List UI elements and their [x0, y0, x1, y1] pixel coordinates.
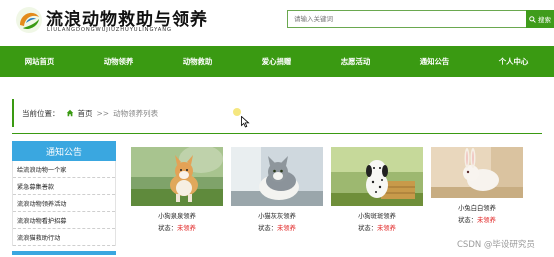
nav-item-notices[interactable]: 通知公告: [395, 56, 474, 67]
pet-card-status-value: 未领养: [377, 225, 396, 232]
notice-item[interactable]: 流浪动物看护招募: [13, 212, 115, 229]
cursor-highlight: [233, 108, 241, 116]
breadcrumb-home-link[interactable]: 首页: [78, 108, 93, 119]
notice-item[interactable]: 给流浪动物一个家: [13, 161, 115, 178]
notice-panel-title: 通知公告: [12, 141, 116, 161]
nav-item-volunteer[interactable]: 志愿活动: [316, 56, 395, 67]
breadcrumb: 当前位置： 首页 >> 动物领养列表: [12, 99, 542, 127]
pet-photo-rabbit[interactable]: [431, 147, 523, 198]
nav-item-rescue[interactable]: 动物救助: [158, 56, 237, 67]
divider: [12, 133, 542, 134]
notice-panel: 通知公告 给流浪动物一个家 紧急募集善款 流浪动物领养活动 流浪动物看护招募 流…: [12, 141, 116, 257]
notice-panel-footer: [12, 251, 116, 255]
pet-card-name[interactable]: 小兔白白领养: [431, 203, 523, 212]
pet-card-status-label: 状态：: [358, 225, 377, 232]
home-icon: [66, 109, 73, 117]
notice-item[interactable]: 紧急募集善款: [13, 178, 115, 195]
nav-item-adoption[interactable]: 动物领养: [79, 56, 158, 67]
pet-card-status-label: 状态：: [258, 225, 277, 232]
site-subtitle: LIULANGDONGWUJIUZHUYULINGYANG: [47, 27, 172, 33]
page: 流浪动物救助与领养 LIULANGDONGWUJIUZHUYULINGYANG …: [0, 0, 554, 257]
nav-item-profile[interactable]: 个人中心: [474, 56, 553, 67]
pet-card-status-value: 未领养: [177, 225, 196, 232]
pet-card-status: 状态：未领养: [431, 215, 523, 224]
pet-card-name[interactable]: 小狗斑斑领养: [331, 211, 423, 220]
main-nav: 网站首页 动物领养 动物救助 爱心捐赠 志愿活动 通知公告 个人中心: [0, 46, 554, 77]
pet-photo-cat-grey[interactable]: [231, 147, 323, 206]
pet-card-status-label: 状态：: [458, 217, 477, 224]
search-button-label: 搜索: [538, 16, 551, 24]
breadcrumb-label: 当前位置：: [22, 108, 60, 118]
pet-card[interactable]: 小兔白白领养 状态：未领养: [431, 147, 523, 224]
nav-item-donation[interactable]: 爱心捐赠: [237, 56, 316, 67]
notice-item[interactable]: 流浪猫救助行动: [13, 229, 115, 246]
mouse-cursor-icon: [241, 116, 250, 128]
pet-card-status-value: 未领养: [477, 217, 496, 224]
pet-card-status-value: 未领养: [277, 225, 296, 232]
notice-list: 给流浪动物一个家 紧急募集善款 流浪动物领养活动 流浪动物看护招募 流浪猫救助行…: [12, 161, 116, 246]
header: 流浪动物救助与领养 LIULANGDONGWUJIUZHUYULINGYANG …: [0, 0, 554, 46]
pet-card-status: 状态：未领养: [231, 223, 323, 232]
watermark: CSDN @毕设研究员: [457, 240, 535, 250]
pet-card[interactable]: 小猫灰灰领养 状态：未领养: [231, 147, 323, 232]
breadcrumb-separator: >>: [96, 108, 110, 118]
pet-photo-dog-corgi[interactable]: [131, 147, 223, 206]
pet-card-name[interactable]: 小狗泉泉领养: [131, 211, 223, 220]
pet-card-name[interactable]: 小猫灰灰领养: [231, 211, 323, 220]
search-input[interactable]: [287, 10, 527, 28]
logo-swirl-icon: [16, 7, 42, 33]
search-button[interactable]: 搜索: [526, 10, 554, 28]
pet-card-status: 状态：未领养: [331, 223, 423, 232]
pet-card-status: 状态：未领养: [131, 223, 223, 232]
pet-card[interactable]: 小狗泉泉领养 状态：未领养: [131, 147, 223, 232]
nav-item-home[interactable]: 网站首页: [0, 56, 79, 67]
pet-card-status-label: 状态：: [158, 225, 177, 232]
search-icon: [529, 15, 536, 23]
pet-card[interactable]: 小狗斑斑领养 状态：未领养: [331, 147, 423, 232]
notice-item[interactable]: 流浪动物领养活动: [13, 195, 115, 212]
breadcrumb-current: 动物领养列表: [113, 108, 159, 118]
pet-photo-dog-dalmatian[interactable]: [331, 147, 423, 206]
